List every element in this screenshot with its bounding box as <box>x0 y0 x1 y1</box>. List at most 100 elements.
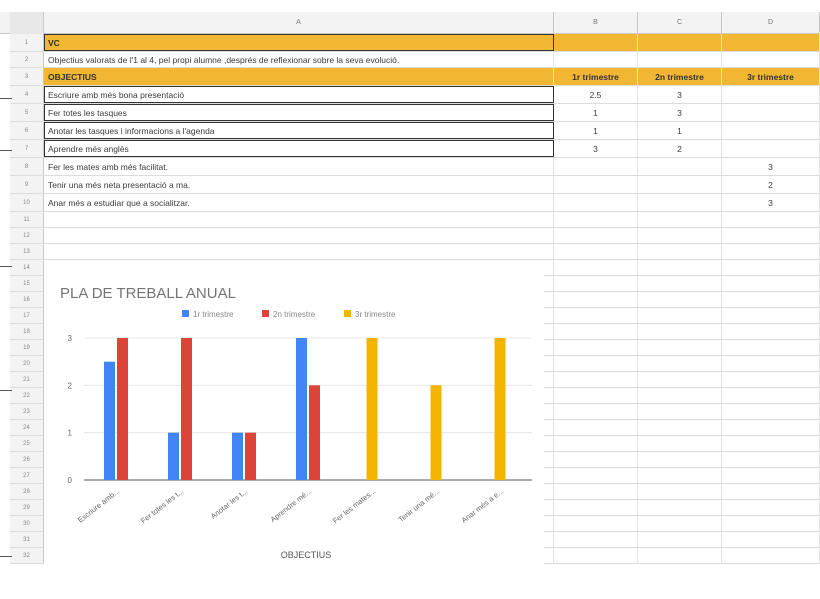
cell-d5[interactable] <box>722 104 820 121</box>
cell-b14[interactable] <box>554 260 638 275</box>
cell-a11[interactable] <box>44 212 554 227</box>
cell-b25[interactable] <box>554 436 638 451</box>
cell-c4[interactable]: 3 <box>638 86 722 103</box>
cell-c26[interactable] <box>638 452 722 467</box>
cell-d29[interactable] <box>722 500 820 515</box>
cell-d14[interactable] <box>722 260 820 275</box>
cell-b30[interactable] <box>554 516 638 531</box>
cell-d1[interactable] <box>722 34 820 51</box>
row-number[interactable]: 18 <box>10 324 44 339</box>
cell-a2[interactable]: Objectius valorats de l'1 al 4, pel prop… <box>44 52 554 67</box>
cell-c24[interactable] <box>638 420 722 435</box>
row-number[interactable]: 14 <box>10 260 44 275</box>
cell-b8[interactable] <box>554 158 638 175</box>
cell-c14[interactable] <box>638 260 722 275</box>
cell-c25[interactable] <box>638 436 722 451</box>
cell-a7[interactable]: Aprendre més anglès <box>44 140 554 157</box>
row-number[interactable]: 1 <box>10 34 44 51</box>
cell-d21[interactable] <box>722 372 820 387</box>
row-number[interactable]: 20 <box>10 356 44 371</box>
cell-c30[interactable] <box>638 516 722 531</box>
cell-d24[interactable] <box>722 420 820 435</box>
cell-b27[interactable] <box>554 468 638 483</box>
row-number[interactable]: 26 <box>10 452 44 467</box>
row-number[interactable]: 10 <box>10 194 44 211</box>
cell-d10[interactable]: 3 <box>722 194 820 211</box>
cell-a3[interactable]: OBJECTIUS <box>44 68 554 85</box>
cell-b10[interactable] <box>554 194 638 211</box>
row-number[interactable]: 24 <box>10 420 44 435</box>
cell-c22[interactable] <box>638 388 722 403</box>
cell-d6[interactable] <box>722 122 820 139</box>
cell-b4[interactable]: 2.5 <box>554 86 638 103</box>
row-number[interactable]: 11 <box>10 212 44 227</box>
cell-d30[interactable] <box>722 516 820 531</box>
column-header-a[interactable]: A <box>44 12 554 34</box>
row-number[interactable]: 22 <box>10 388 44 403</box>
cell-b6[interactable]: 1 <box>554 122 638 139</box>
cell-d23[interactable] <box>722 404 820 419</box>
cell-d25[interactable] <box>722 436 820 451</box>
cell-b9[interactable] <box>554 176 638 193</box>
cell-a13[interactable] <box>44 244 554 259</box>
column-header-c[interactable]: C <box>638 12 722 34</box>
cell-b21[interactable] <box>554 372 638 387</box>
row-number[interactable]: 12 <box>10 228 44 243</box>
cell-c28[interactable] <box>638 484 722 499</box>
cell-b11[interactable] <box>554 212 638 227</box>
cell-a4[interactable]: Escriure amb més bona presentació <box>44 86 554 103</box>
cell-c23[interactable] <box>638 404 722 419</box>
row-number[interactable]: 19 <box>10 340 44 355</box>
cell-b28[interactable] <box>554 484 638 499</box>
cell-c20[interactable] <box>638 356 722 371</box>
cell-d16[interactable] <box>722 292 820 307</box>
cell-d27[interactable] <box>722 468 820 483</box>
column-header-b[interactable]: B <box>554 12 638 34</box>
cell-c29[interactable] <box>638 500 722 515</box>
cell-d20[interactable] <box>722 356 820 371</box>
cell-b18[interactable] <box>554 324 638 339</box>
cell-c6[interactable]: 1 <box>638 122 722 139</box>
row-number[interactable]: 9 <box>10 176 44 193</box>
cell-a8[interactable]: Fer les mates amb més facilitat. <box>44 158 554 175</box>
row-number[interactable]: 4 <box>10 86 44 103</box>
cell-b26[interactable] <box>554 452 638 467</box>
cell-a6[interactable]: Anotar les tasques i informacions a l'ag… <box>44 122 554 139</box>
cell-d13[interactable] <box>722 244 820 259</box>
cell-a10[interactable]: Anar més a estudiar que a socialitzar. <box>44 194 554 211</box>
cell-a5[interactable]: Fer totes les tasques <box>44 104 554 121</box>
row-number[interactable]: 5 <box>10 104 44 121</box>
row-number[interactable]: 15 <box>10 276 44 291</box>
cell-c32[interactable] <box>638 548 722 563</box>
cell-c9[interactable] <box>638 176 722 193</box>
cell-c11[interactable] <box>638 212 722 227</box>
row-number[interactable]: 13 <box>10 244 44 259</box>
cell-b7[interactable]: 3 <box>554 140 638 157</box>
cell-d18[interactable] <box>722 324 820 339</box>
cell-c7[interactable]: 2 <box>638 140 722 157</box>
cell-d22[interactable] <box>722 388 820 403</box>
row-number[interactable]: 16 <box>10 292 44 307</box>
cell-c3[interactable]: 2n trimestre <box>638 68 722 85</box>
cell-d8[interactable]: 3 <box>722 158 820 175</box>
cell-c27[interactable] <box>638 468 722 483</box>
cell-c21[interactable] <box>638 372 722 387</box>
cell-d3[interactable]: 3r trimestre <box>722 68 820 85</box>
cell-b31[interactable] <box>554 532 638 547</box>
cell-b2[interactable] <box>554 52 638 67</box>
cell-d31[interactable] <box>722 532 820 547</box>
embedded-chart[interactable]: PLA DE TREBALL ANUAL 1r trimestre 2n trim… <box>44 268 544 574</box>
cell-b15[interactable] <box>554 276 638 291</box>
cell-b5[interactable]: 1 <box>554 104 638 121</box>
cell-d2[interactable] <box>722 52 820 67</box>
row-number[interactable]: 32 <box>10 548 44 563</box>
cell-b1[interactable] <box>554 34 638 51</box>
row-number[interactable]: 30 <box>10 516 44 531</box>
row-number[interactable]: 23 <box>10 404 44 419</box>
select-all-corner[interactable] <box>10 12 44 34</box>
row-number[interactable]: 31 <box>10 532 44 547</box>
row-number[interactable]: 25 <box>10 436 44 451</box>
row-number[interactable]: 3 <box>10 68 44 85</box>
row-number[interactable]: 28 <box>10 484 44 499</box>
row-number[interactable]: 2 <box>10 52 44 67</box>
